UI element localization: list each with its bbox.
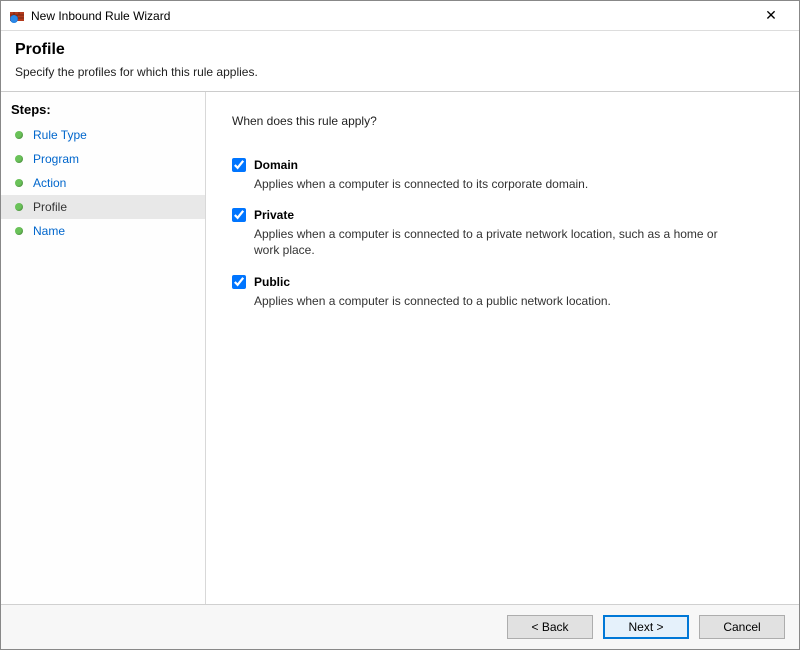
back-button[interactable]: < Back — [507, 615, 593, 639]
bullet-icon — [15, 227, 23, 235]
step-label: Action — [33, 176, 66, 190]
public-label[interactable]: Public — [254, 275, 290, 289]
wizard-window: New Inbound Rule Wizard ✕ Profile Specif… — [0, 0, 800, 650]
domain-checkbox[interactable] — [232, 158, 246, 172]
titlebar: New Inbound Rule Wizard ✕ — [1, 1, 799, 31]
window-title: New Inbound Rule Wizard — [31, 9, 751, 23]
page-title: Profile — [15, 41, 785, 59]
wizard-header: Profile Specify the profiles for which t… — [1, 31, 799, 92]
next-button[interactable]: Next > — [603, 615, 689, 639]
step-label: Rule Type — [33, 128, 87, 142]
wizard-body: Steps: Rule Type Program Action Profile … — [1, 92, 799, 604]
step-name[interactable]: Name — [1, 219, 205, 243]
page-subtitle: Specify the profiles for which this rule… — [15, 65, 785, 79]
question-text: When does this rule apply? — [232, 114, 773, 128]
option-domain: Domain Applies when a computer is connec… — [232, 158, 773, 192]
bullet-icon — [15, 131, 23, 139]
bullet-icon — [15, 155, 23, 163]
private-description: Applies when a computer is connected to … — [254, 226, 724, 258]
option-private: Private Applies when a computer is conne… — [232, 208, 773, 258]
steps-heading: Steps: — [1, 98, 205, 123]
public-description: Applies when a computer is connected to … — [254, 293, 724, 309]
firewall-icon — [9, 8, 25, 24]
private-checkbox[interactable] — [232, 208, 246, 222]
step-action[interactable]: Action — [1, 171, 205, 195]
domain-description: Applies when a computer is connected to … — [254, 176, 724, 192]
step-profile[interactable]: Profile — [1, 195, 205, 219]
close-button[interactable]: ✕ — [751, 2, 791, 30]
wizard-content: When does this rule apply? Domain Applie… — [206, 92, 799, 604]
steps-sidebar: Steps: Rule Type Program Action Profile … — [1, 92, 206, 604]
step-program[interactable]: Program — [1, 147, 205, 171]
step-label: Name — [33, 224, 65, 238]
bullet-icon — [15, 203, 23, 211]
public-checkbox[interactable] — [232, 275, 246, 289]
step-rule-type[interactable]: Rule Type — [1, 123, 205, 147]
step-label: Profile — [33, 200, 67, 214]
option-public: Public Applies when a computer is connec… — [232, 275, 773, 309]
domain-label[interactable]: Domain — [254, 158, 298, 172]
step-label: Program — [33, 152, 79, 166]
private-label[interactable]: Private — [254, 208, 294, 222]
cancel-button[interactable]: Cancel — [699, 615, 785, 639]
wizard-footer: < Back Next > Cancel — [1, 604, 799, 649]
bullet-icon — [15, 179, 23, 187]
